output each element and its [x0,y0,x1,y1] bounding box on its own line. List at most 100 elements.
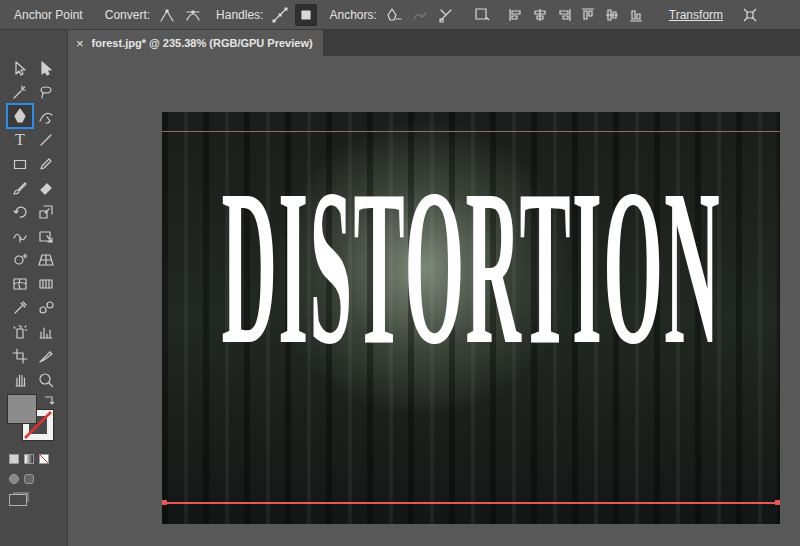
pen-icon [12,108,28,124]
tool-button[interactable] [7,224,33,248]
close-tab-button[interactable]: × [76,36,84,51]
tool-button[interactable] [7,152,33,176]
tool-button[interactable] [33,272,59,296]
guide-line [162,131,780,132]
tool-button[interactable] [33,128,59,152]
document-area: × forest.jpg* @ 235.38% (RGB/GPU Preview… [68,30,800,546]
tool-button[interactable] [33,104,59,128]
tool-button[interactable] [33,176,59,200]
fill-swatch[interactable] [7,394,37,424]
align-button[interactable] [601,4,623,26]
align-button[interactable] [577,4,599,26]
graph-icon [38,324,54,340]
tool-button[interactable] [33,320,59,344]
control-label: Convert: [105,8,150,22]
control-button[interactable] [435,4,457,26]
tool-button[interactable] [33,368,59,392]
screen-mode-icon[interactable] [9,494,27,506]
control-bar-title: Anchor Point [14,8,83,22]
control-button[interactable] [156,4,178,26]
artwork-text[interactable]: DISTORTION [221,157,721,379]
gradient-icon [38,276,54,292]
align-icon [474,7,490,23]
draw-behind-icon[interactable] [24,474,34,484]
connect-icon [412,7,428,23]
control-button[interactable] [295,4,317,26]
tool-grid: T [7,56,67,392]
align-button[interactable] [625,4,647,26]
tool-button[interactable] [7,368,33,392]
tool-button[interactable] [33,200,59,224]
curvature-icon [38,108,54,124]
isolate-button[interactable] [739,4,761,26]
tool-button[interactable] [33,152,59,176]
tool-button[interactable] [7,200,33,224]
illustrator-window: Anchor Point Convert: Handles: Anchors: … [0,0,800,546]
tool-button[interactable] [33,56,59,80]
none-icon[interactable] [39,454,49,464]
screen-mode-row [7,494,67,506]
lasso-icon [38,84,54,100]
tool-button[interactable] [7,176,33,200]
tool-button[interactable] [33,224,59,248]
mesh-icon [12,276,28,292]
showhandles-icon [272,7,288,23]
control-group: Convert: [105,4,204,26]
tool-button[interactable] [7,80,33,104]
rotate-icon [12,204,28,220]
align-icon [628,7,644,23]
tool-button[interactable] [33,344,59,368]
color-mode-row [7,454,67,464]
select-icon [12,60,28,76]
color-icon[interactable] [9,454,19,464]
anchor-point[interactable] [775,500,780,505]
hand-icon [12,372,28,388]
control-button[interactable] [409,4,431,26]
document-tab[interactable]: × forest.jpg* @ 235.38% (RGB/GPU Preview… [68,30,323,56]
tool-button[interactable] [33,80,59,104]
artboard-photo: DISTORTION [162,112,780,524]
line-icon [38,132,54,148]
selected-path[interactable] [162,502,780,504]
align-button[interactable] [471,4,493,26]
canvas: DISTORTION [68,56,800,546]
anchor-point[interactable] [162,500,167,505]
tool-button[interactable] [33,248,59,272]
tool-button[interactable] [7,272,33,296]
direct-icon [38,60,54,76]
draw-normal-icon[interactable] [9,474,19,484]
tool-button[interactable] [33,296,59,320]
swap-icon[interactable] [43,394,55,406]
gradient-icon[interactable] [24,454,34,464]
tool-button[interactable]: T [7,128,33,152]
tool-button[interactable] [7,320,33,344]
control-group: Anchors: [329,4,456,26]
tab-bar: × forest.jpg* @ 235.38% (RGB/GPU Preview… [68,30,800,56]
tool-button[interactable] [7,248,33,272]
align-icon [556,7,572,23]
fill-stroke [7,394,57,444]
isolate-icon [742,7,758,23]
hidehandles-icon [298,7,314,23]
tool-button[interactable] [7,344,33,368]
tool-button[interactable] [7,104,33,128]
control-button[interactable] [269,4,291,26]
eyedropper-icon [12,300,28,316]
control-button[interactable] [182,4,204,26]
tool-button[interactable] [7,296,33,320]
warp-icon [12,228,28,244]
workspace: T × forest.jpg* @ 235.38% (RGB/GPU Previ… [0,30,800,546]
control-label: Anchors: [329,8,376,22]
blend-icon [38,300,54,316]
align-button[interactable] [553,4,575,26]
pencil-icon [38,156,54,172]
tool-button[interactable] [7,56,33,80]
transform-link[interactable]: Transform [669,8,723,22]
brush-icon [12,180,28,196]
align-button[interactable] [529,4,551,26]
toolbar: T [0,30,68,546]
zoom-icon [38,372,54,388]
align-button[interactable] [505,4,527,26]
perspective-icon [38,252,54,268]
control-button[interactable] [383,4,405,26]
